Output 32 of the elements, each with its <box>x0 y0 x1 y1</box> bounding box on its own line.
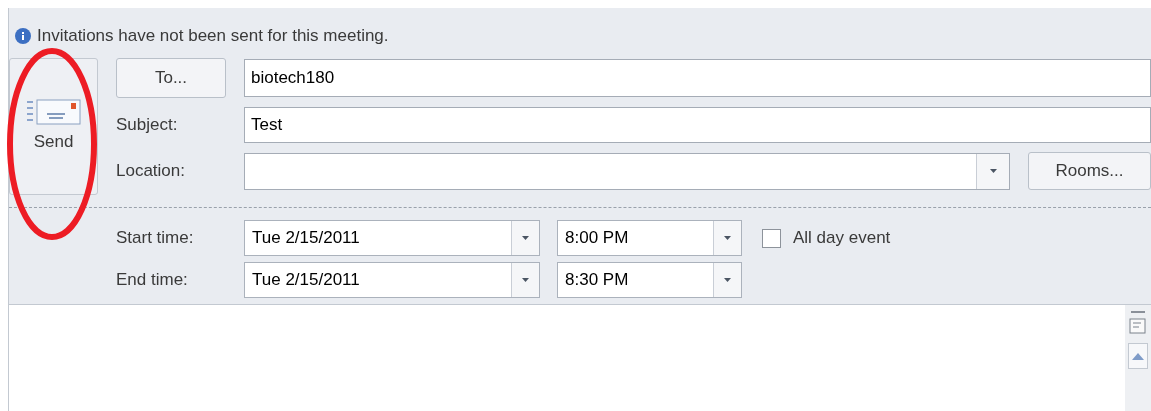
dropdown-button[interactable] <box>511 263 539 297</box>
to-field[interactable]: biotech180 <box>244 59 1151 97</box>
dropdown-arrow-icon <box>522 278 529 282</box>
envelope-icon <box>26 98 81 125</box>
dropdown-button[interactable] <box>713 263 741 297</box>
scroll-up-button[interactable] <box>1128 343 1148 369</box>
time-label: End time: <box>116 269 189 292</box>
to-button[interactable]: To... <box>116 58 226 98</box>
checkbox-label: All day event <box>793 227 891 250</box>
dropdown-button[interactable] <box>976 153 1009 189</box>
time-field[interactable]: 8:00 PM <box>557 220 742 256</box>
time-field[interactable]: 8:30 PM <box>557 262 742 298</box>
info-icon <box>15 28 31 44</box>
location-field[interactable] <box>244 152 1010 190</box>
date-field[interactable]: Tue 2/15/2011 <box>244 262 540 298</box>
message-body[interactable] <box>8 305 1151 411</box>
date-field[interactable]: Tue 2/15/2011 <box>244 220 540 256</box>
info-message: Invitations have not been sent for this meeting. <box>37 25 389 48</box>
dropdown-button[interactable] <box>713 221 741 255</box>
dropdown-button[interactable] <box>511 221 539 255</box>
subject-label: Subject: <box>116 114 179 137</box>
ruler-icon <box>1129 311 1147 337</box>
dropdown-arrow-icon <box>522 236 529 240</box>
up-arrow-icon <box>1132 352 1144 360</box>
subject-field[interactable]: Test <box>244 107 1151 143</box>
checkbox[interactable] <box>762 228 781 248</box>
time-label: Start time: <box>116 227 195 250</box>
location-label: Location: <box>116 160 186 183</box>
rooms-button[interactable]: Rooms... <box>1028 152 1151 190</box>
dropdown-arrow-icon <box>724 278 731 282</box>
dropdown-arrow-icon <box>989 169 997 173</box>
dropdown-arrow-icon <box>724 236 731 240</box>
